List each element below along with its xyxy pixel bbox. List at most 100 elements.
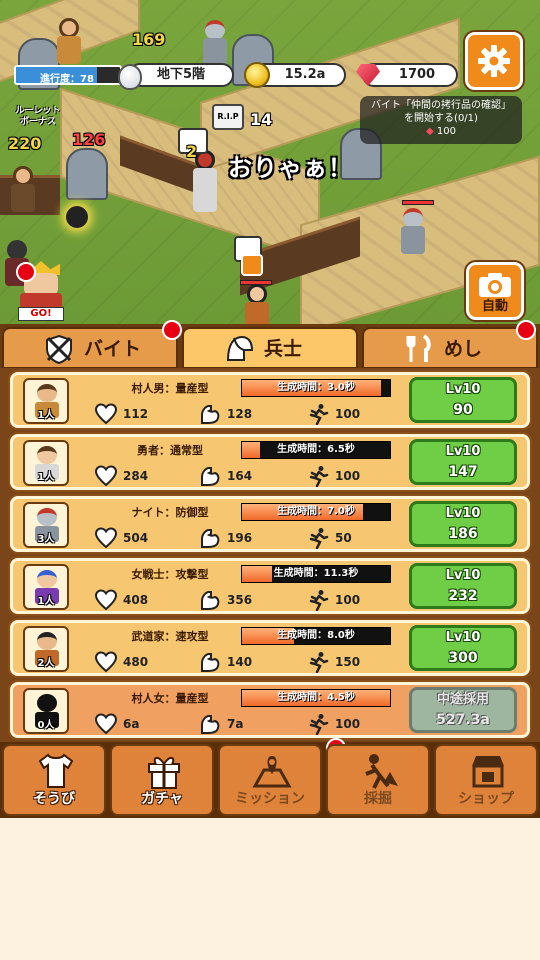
angry-face-icon: [241, 254, 263, 276]
speed-value: 50: [335, 531, 352, 545]
damage-number: 169: [132, 30, 166, 49]
gift-icon: [148, 757, 180, 789]
tab-label: バイト: [84, 338, 142, 360]
gold-value: 15.2a: [284, 67, 326, 82]
notification-dot: [162, 320, 182, 340]
unit-name: 村人女：量産型: [131, 692, 209, 705]
hire-button[interactable]: 中途採用 527.3a: [409, 687, 517, 733]
quest-title: バイト「仲間の拷行品の確認」: [371, 100, 511, 111]
quest-reward: ◆ 100: [360, 125, 522, 138]
soldier-sprite: [52, 18, 86, 66]
unit-avatar: 0人: [23, 688, 69, 734]
spawn-time-bar: 生成時間：7.0秒: [241, 503, 391, 521]
hp-bar: [402, 200, 434, 205]
unit-sprite-icon: [37, 446, 57, 464]
bomb-icon: [66, 206, 88, 228]
auto-camera-button[interactable]: 自動: [466, 262, 524, 320]
attack-value: 356: [227, 593, 253, 607]
tab-part-time[interactable]: バイト: [2, 327, 178, 369]
tab-bar: バイト 兵士 めし: [0, 320, 540, 370]
roulette-bonus-label[interactable]: ルーレット ボーナス: [12, 106, 64, 128]
unit-row: 2人 武道家：速攻型 生成時間：8.0秒 480 140 150 Lv10 30…: [10, 620, 530, 676]
level-up-cost: 232: [448, 588, 478, 604]
nav-label: ガチャ: [141, 791, 183, 807]
speed-value: 100: [335, 717, 361, 731]
tab-soldiers[interactable]: 兵士: [182, 327, 358, 369]
unit-avatar: 3人: [23, 502, 69, 548]
speed-value: 100: [335, 469, 361, 483]
tab-food[interactable]: めし: [362, 327, 538, 369]
unit-name: 女戦士：攻撃型: [131, 568, 209, 581]
shop-icon: [472, 756, 504, 788]
nav-shop[interactable]: ショップ: [434, 744, 538, 816]
unit-row: 0人 村人女：量産型 生成時間：4.5秒 6a 7a 100 中途採用 527.…: [10, 682, 530, 738]
hp-value: 284: [123, 469, 149, 483]
gem-value: 1700: [398, 67, 436, 82]
hp-value: 112: [123, 407, 149, 421]
nav-equipment[interactable]: そうび: [2, 744, 106, 816]
unit-avatar: 2人: [23, 626, 69, 672]
unit-row: 3人 ナイト：防御型 生成時間：7.0秒 504 196 50 Lv10 186: [10, 496, 530, 552]
map-icon: [252, 756, 292, 788]
unit-avatar: 1人: [23, 564, 69, 610]
knight-sprite: [198, 20, 232, 68]
level-up-button[interactable]: Lv10 147: [409, 439, 517, 485]
progress-label: 進行度：78: [40, 74, 94, 85]
unit-avatar: 1人: [23, 378, 69, 424]
level-up-cost: 300: [448, 650, 478, 666]
battle-shout-text: おりゃぁ！: [228, 154, 353, 182]
unit-name: 武道家：速攻型: [131, 630, 209, 643]
egg-icon: [118, 64, 142, 90]
unit-avatar: 1人: [23, 440, 69, 486]
level-up-button[interactable]: Lv10 300: [409, 625, 517, 671]
hp-value: 480: [123, 655, 149, 669]
damage-number: 2: [186, 142, 198, 161]
unit-row: 1人 勇者：通常型 生成時間：6.5秒 284 164 100 Lv10 147: [10, 434, 530, 490]
damage-number: 126: [72, 130, 106, 149]
floor-label: 地下5階: [156, 67, 206, 82]
notification-dot: [516, 320, 536, 340]
speed-value: 100: [335, 407, 361, 421]
level-label: Lv10: [445, 506, 481, 521]
nav-label: そうび: [33, 791, 75, 807]
nav-mission[interactable]: ミッション: [218, 744, 322, 816]
gear-icon: [478, 45, 510, 77]
damage-number: 220: [8, 134, 42, 153]
nav-gacha[interactable]: ガチャ: [110, 744, 214, 816]
unit-count: 0人: [37, 720, 55, 731]
progress-bar: 進行度：78: [14, 65, 122, 85]
unit-count: 1人: [37, 596, 55, 607]
spawn-time-bar: 生成時間：11.3秒: [241, 565, 391, 583]
nav-label: ミッション: [235, 791, 305, 807]
bottom-nav: そうび ガチャ ミッション 採掘 ショップ: [0, 738, 540, 818]
unit-row: 1人 女戦士：攻撃型 生成時間：11.3秒 408 356 100 Lv10 2…: [10, 558, 530, 614]
shirt-icon: [38, 753, 74, 788]
auto-label: 自動: [481, 299, 508, 314]
speed-value: 100: [335, 593, 361, 607]
go-label: GO!: [18, 307, 64, 321]
level-label: Lv10: [445, 568, 481, 583]
spawn-time-label: 生成時間：11.3秒: [273, 568, 359, 579]
unit-count: 1人: [37, 410, 55, 421]
level-up-button[interactable]: Lv10 90: [409, 377, 517, 423]
nav-label: ショップ: [458, 791, 514, 807]
unit-sprite-icon: [37, 384, 57, 402]
unit-name: 村人男：量産型: [131, 382, 209, 395]
attack-value: 7a: [227, 717, 244, 731]
nav-mining[interactable]: 採掘: [326, 744, 430, 816]
spawn-time-bar: 生成時間：6.5秒: [241, 441, 391, 459]
quest-notice[interactable]: バイト「仲間の拷行品の確認」 を開始する(0/1) ◆ 100: [360, 96, 522, 144]
spawn-time-label: 生成時間：7.0秒: [277, 506, 355, 517]
attack-value: 196: [227, 531, 253, 545]
hp-bar: [240, 280, 272, 285]
spawn-time-bar: 生成時間：3.0秒: [241, 379, 391, 397]
unit-list-panel: 1人 村人男：量産型 生成時間：3.0秒 112 128 100 Lv10 90…: [0, 368, 540, 742]
level-up-cost: 147: [448, 464, 478, 480]
level-label: Lv10: [445, 444, 481, 459]
unit-name: ナイト：防御型: [131, 506, 209, 519]
level-up-button[interactable]: Lv10 186: [409, 501, 517, 547]
unit-sprite-icon: [37, 570, 57, 588]
settings-button[interactable]: [465, 32, 523, 90]
rip-count: 14: [250, 110, 273, 129]
level-up-button[interactable]: Lv10 232: [409, 563, 517, 609]
